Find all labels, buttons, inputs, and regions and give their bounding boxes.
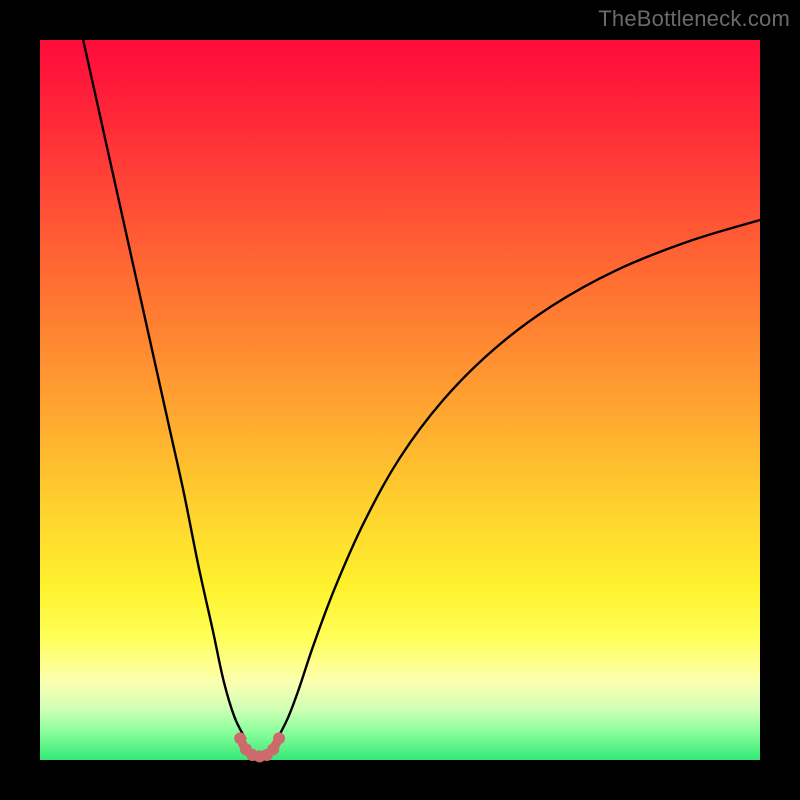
marker-dot [267,743,279,755]
marker-dot [273,732,285,744]
marker-dot [234,732,246,744]
chart-svg [40,40,760,760]
watermark-text: TheBottleneck.com [598,6,790,32]
markers-layer [234,732,285,762]
chart-frame: TheBottleneck.com [0,0,800,800]
series-right-curve [278,220,760,738]
series-layer [83,40,760,757]
plot-area [40,40,760,760]
series-left-curve [83,40,245,738]
